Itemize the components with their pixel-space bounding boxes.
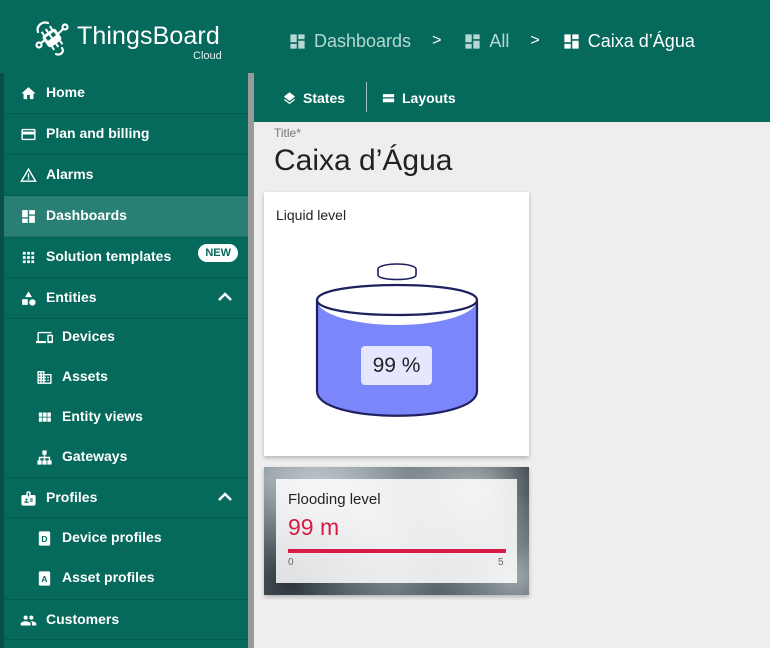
sidebar-item-alarms[interactable]: Alarms	[4, 155, 248, 196]
sidebar-item-label: Profiles	[46, 489, 98, 505]
dashboard-content: Title* Caixa d’Água Liquid level 99 % Fl…	[254, 122, 770, 648]
svg-text:D: D	[41, 534, 47, 544]
sidebar-item-devices[interactable]: Devices	[4, 317, 248, 358]
hub-icon	[37, 450, 52, 465]
badge-icon	[21, 491, 36, 506]
sidebar-item-label: Home	[46, 84, 85, 100]
breadcrumb-label: Caixa d’Água	[587, 30, 695, 51]
breadcrumb-separator: >	[432, 32, 442, 49]
layouts-button[interactable]: Layouts	[381, 83, 456, 113]
sidebar-item-entities[interactable]: Entities	[4, 278, 248, 319]
breadcrumb-label: Dashboards	[314, 30, 412, 51]
breadcrumb-label: All	[489, 30, 510, 51]
sidebar-item-solution-templates[interactable]: Solution templates NEW	[4, 237, 248, 278]
home-icon	[21, 87, 36, 100]
chevron-up-icon[interactable]	[218, 292, 232, 302]
breadcrumb-all[interactable]: All	[463, 26, 509, 56]
dashboard-icon	[22, 210, 35, 223]
brand-subtitle: Cloud	[193, 50, 222, 62]
building-icon	[37, 371, 52, 384]
layers-icon	[283, 91, 296, 104]
new-badge: NEW	[198, 244, 238, 262]
sidebar-item-device-profiles[interactable]: D Device profiles	[4, 518, 248, 559]
page-title[interactable]: Caixa d’Água	[274, 144, 452, 178]
sidebar-item-customers[interactable]: Customers	[4, 599, 248, 640]
widget-title: Flooding level	[288, 491, 381, 508]
view-module-icon	[38, 412, 51, 422]
toolbar-divider	[366, 82, 367, 112]
breadcrumb: Dashboards > All > Caixa d’Água	[288, 26, 695, 56]
breadcrumb-dashboards[interactable]: Dashboards	[288, 26, 411, 56]
sidebar-item-label: Asset profiles	[62, 569, 155, 585]
water-tank-graphic	[315, 263, 479, 417]
states-button-label: States	[303, 90, 346, 106]
sidebar-item-label: Alarms	[46, 166, 94, 182]
title-caption: Title*	[274, 126, 301, 140]
devices-icon	[36, 331, 53, 344]
warning-icon	[20, 167, 37, 182]
brand-logo-area[interactable]: ThingsBoard Cloud	[32, 14, 232, 64]
layouts-button-label: Layouts	[402, 90, 456, 106]
progress-max-label: 5	[498, 557, 504, 568]
thingsboard-app: ThingsBoard Cloud Dashboards > All > Cai…	[0, 0, 770, 648]
dashboard-toolbar: States Layouts	[254, 73, 770, 122]
sidebar-item-label: Plan and billing	[46, 125, 150, 141]
sidebar-item-label: Devices	[62, 328, 115, 344]
device-profile-icon: D	[38, 531, 51, 546]
people-icon	[20, 615, 37, 626]
sidebar-item-assets[interactable]: Assets	[4, 357, 248, 398]
apps-grid-icon	[22, 251, 35, 264]
flooding-level-progress-bar	[288, 549, 506, 553]
breadcrumb-separator: >	[530, 32, 540, 49]
flooding-level-value: 99 m	[288, 514, 340, 540]
sidebar-item-asset-profiles[interactable]: A Asset profiles	[4, 558, 248, 599]
thingsboard-logo-icon	[35, 21, 69, 56]
credit-card-icon	[21, 128, 36, 141]
layout-icon	[382, 93, 395, 102]
flooding-level-card: Flooding level 99 m 0 5	[276, 479, 517, 583]
dashboard-icon	[564, 33, 579, 49]
sidebar-item-dashboards[interactable]: Dashboards	[4, 196, 248, 237]
top-header: ThingsBoard Cloud Dashboards > All > Cai…	[0, 0, 770, 73]
liquid-level-value: 99 %	[361, 346, 432, 385]
sidebar-item-entity-views[interactable]: Entity views	[4, 397, 248, 438]
sidebar-item-profiles[interactable]: Profiles	[4, 477, 248, 518]
sidebar-item-label: Dashboards	[46, 207, 127, 223]
sidebar-item-label: Entities	[46, 289, 97, 305]
progress-min-label: 0	[288, 557, 294, 568]
sidebar-item-plan-and-billing[interactable]: Plan and billing	[4, 114, 248, 155]
sidebar-item-label: Entity views	[62, 408, 143, 424]
asset-profile-icon: A	[38, 571, 51, 586]
sidebar-item-label: Customers	[46, 611, 120, 627]
dashboard-icon	[465, 33, 481, 49]
chevron-up-icon[interactable]	[218, 492, 232, 502]
shapes-icon	[22, 291, 36, 306]
sidebar-item-home[interactable]: Home	[4, 73, 248, 114]
flooding-level-progress-fill	[288, 549, 506, 553]
sidebar-item-label: Solution templates	[46, 248, 172, 264]
flooding-level-widget[interactable]: Flooding level 99 m 0 5	[264, 467, 529, 595]
breadcrumb-current-dashboard: Caixa d’Água	[562, 26, 695, 56]
svg-text:A: A	[41, 574, 47, 584]
sidebar: Home Plan and billing Alarms Dashboards …	[0, 73, 248, 648]
liquid-level-widget[interactable]: Liquid level 99 %	[264, 192, 529, 456]
states-button[interactable]: States	[282, 83, 345, 113]
dashboard-icon	[290, 33, 305, 49]
sidebar-edge	[0, 73, 4, 648]
sidebar-item-gateways[interactable]: Gateways	[4, 437, 248, 478]
brand-name: ThingsBoard	[77, 22, 220, 50]
sidebar-item-label: Gateways	[62, 448, 128, 464]
sidebar-item-label: Device profiles	[62, 529, 162, 545]
widget-title: Liquid level	[276, 207, 347, 223]
sidebar-item-label: Assets	[62, 368, 108, 384]
